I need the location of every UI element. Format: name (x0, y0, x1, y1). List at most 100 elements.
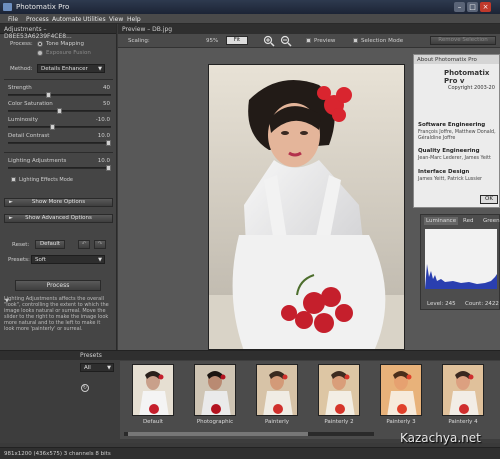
menu-automate[interactable]: Automate (52, 16, 82, 23)
detail-contrast-slider[interactable] (8, 142, 111, 144)
dropdown-arrow-icon: ▼ (98, 257, 102, 263)
detail-contrast-slider-thumb[interactable] (106, 140, 111, 146)
lighting-adjustments-slider[interactable] (8, 167, 111, 169)
dropdown-arrow-icon: ▼ (107, 365, 111, 371)
luminosity-label: Luminosity (8, 117, 38, 123)
color-saturation-slider-thumb[interactable] (57, 108, 62, 114)
tab-red[interactable]: Red (461, 217, 475, 225)
zoom-out-icon[interactable] (280, 35, 292, 47)
help-text: Lighting Adjustments affects the overall… (4, 296, 109, 332)
preset-thumb-image (442, 364, 484, 416)
fit-button[interactable]: Fit (226, 36, 248, 45)
color-saturation-label: Color Saturation (8, 101, 53, 107)
refresh-icon[interactable]: ↻ (81, 384, 89, 392)
exposure-fusion-radio[interactable] (37, 50, 43, 56)
app-icon (3, 3, 12, 11)
method-select[interactable]: Details Enhancer ▼ (37, 64, 105, 73)
preset-caption: Painterly 3 (386, 419, 416, 425)
preset-thumb-image (318, 364, 360, 416)
menu-bar: File Process Automate Utilities View Hel… (0, 14, 500, 24)
luminosity-slider[interactable] (8, 126, 111, 128)
presets-scrollbar-thumb[interactable] (128, 432, 308, 436)
close-button[interactable]: × (480, 2, 491, 12)
preset-thumb-photographic[interactable]: Photographic (192, 364, 238, 426)
remove-selection-button[interactable]: Remove Selection (430, 36, 496, 45)
tab-luminance[interactable]: Luminance (424, 217, 459, 225)
preview-checkbox[interactable] (306, 38, 311, 43)
histogram-chart (425, 229, 497, 289)
process-label: Process: (10, 41, 33, 47)
histogram-count: Count: 2422 (465, 301, 499, 307)
preview-header: Preview – DB.jpg (118, 24, 500, 34)
preset-caption: Painterly (264, 419, 290, 425)
preset-thumb-default[interactable]: Default (130, 364, 176, 426)
preset-thumb-painterly-4[interactable]: Painterly 4 (440, 364, 486, 426)
method-label: Method: (10, 66, 33, 72)
menu-process[interactable]: Process (26, 16, 49, 23)
about-product: Photomatix Pro v (444, 69, 490, 85)
lighting-adjustments-slider-thumb[interactable] (106, 165, 111, 171)
show-more-options-label: Show More Options (31, 199, 86, 205)
ok-button[interactable]: OK (480, 195, 498, 204)
show-advanced-options-label: Show Advanced Options (25, 215, 92, 221)
method-value: Details Enhancer (41, 66, 88, 72)
preset-caption: Photographic (196, 419, 234, 425)
redo-icon[interactable]: ↷ (94, 240, 106, 249)
divider (4, 152, 113, 153)
reset-label: Reset: (12, 242, 30, 248)
selection-mode-checkbox[interactable] (353, 38, 358, 43)
strength-value: 40 (103, 85, 110, 91)
presets-label: Presets: (8, 257, 30, 263)
menu-view[interactable]: View (109, 16, 123, 23)
about-section-title: Interface Design (418, 169, 470, 175)
about-section-names: François Joffre, Matthew Donald, Géraldi… (418, 130, 496, 141)
undo-icon[interactable]: ↶ (78, 240, 90, 249)
lighting-adjustments-value: 10.0 (97, 158, 110, 164)
strength-label: Strength (8, 85, 32, 91)
show-advanced-options-button[interactable]: ► Show Advanced Options (4, 214, 113, 223)
divider (4, 79, 113, 80)
luminosity-value: -10.0 (95, 117, 110, 123)
maximize-button[interactable]: □ (467, 2, 478, 12)
status-bar: 981x1200 (436x575) 3 channels 8 bits (0, 447, 500, 459)
default-button[interactable]: Default (35, 240, 65, 249)
preset-thumb-image (380, 364, 422, 416)
preset-thumb-painterly-3[interactable]: Painterly 3 (378, 364, 424, 426)
preset-filter-value: All (84, 365, 91, 371)
presets-scrollbar[interactable] (124, 432, 374, 436)
watermark-logo: Kazachya.net (400, 431, 481, 445)
menu-file[interactable]: File (8, 16, 18, 23)
preset-caption: Painterly 2 (324, 419, 354, 425)
window-title: Photomatix Pro (16, 3, 70, 11)
selection-mode-label: Selection Mode (361, 38, 404, 44)
strength-slider[interactable] (8, 94, 111, 96)
tone-mapping-radio[interactable] (37, 41, 43, 47)
bride-thumb (387, 371, 417, 415)
lighting-effects-checkbox[interactable] (11, 177, 16, 182)
menu-utilities[interactable]: Utilities (83, 16, 106, 23)
strength-slider-thumb[interactable] (46, 92, 51, 98)
bride-thumb (139, 371, 169, 415)
detail-contrast-label: Detail Contrast (8, 133, 50, 139)
about-dialog: About Photomatix Pro Photomatix Pro v Co… (413, 54, 500, 208)
preset-thumb-painterly[interactable]: Painterly (254, 364, 300, 426)
dropdown-arrow-icon: ▼ (98, 66, 102, 72)
preview-image[interactable] (208, 64, 405, 350)
preset-thumb-image (256, 364, 298, 416)
process-button[interactable]: Process (15, 280, 101, 291)
presets-panel: Presets All ▼ ↻ Default Photographic Pai… (0, 350, 500, 443)
preview-panel: Preview – DB.jpg Scaling: 95% Fit Previe… (118, 24, 500, 350)
zoom-in-icon[interactable] (263, 35, 275, 47)
presets-select[interactable]: Soft ▼ (31, 255, 105, 264)
show-more-options-button[interactable]: ► Show More Options (4, 198, 113, 207)
about-copyright: Copyright 2003-20 (448, 85, 495, 91)
minimize-button[interactable]: – (454, 2, 465, 12)
menu-help[interactable]: Help (127, 16, 141, 23)
about-section-title: Software Engineering (418, 122, 486, 128)
scaling-label: Scaling: (128, 38, 150, 44)
luminosity-slider-thumb[interactable] (50, 124, 55, 130)
tab-green[interactable]: Green (481, 217, 500, 225)
preset-thumb-painterly-2[interactable]: Painterly 2 (316, 364, 362, 426)
preset-filter-select[interactable]: All ▼ (80, 363, 114, 372)
adjustments-header: Adjustments – D8EE53A6239F4CE8... (0, 24, 116, 40)
